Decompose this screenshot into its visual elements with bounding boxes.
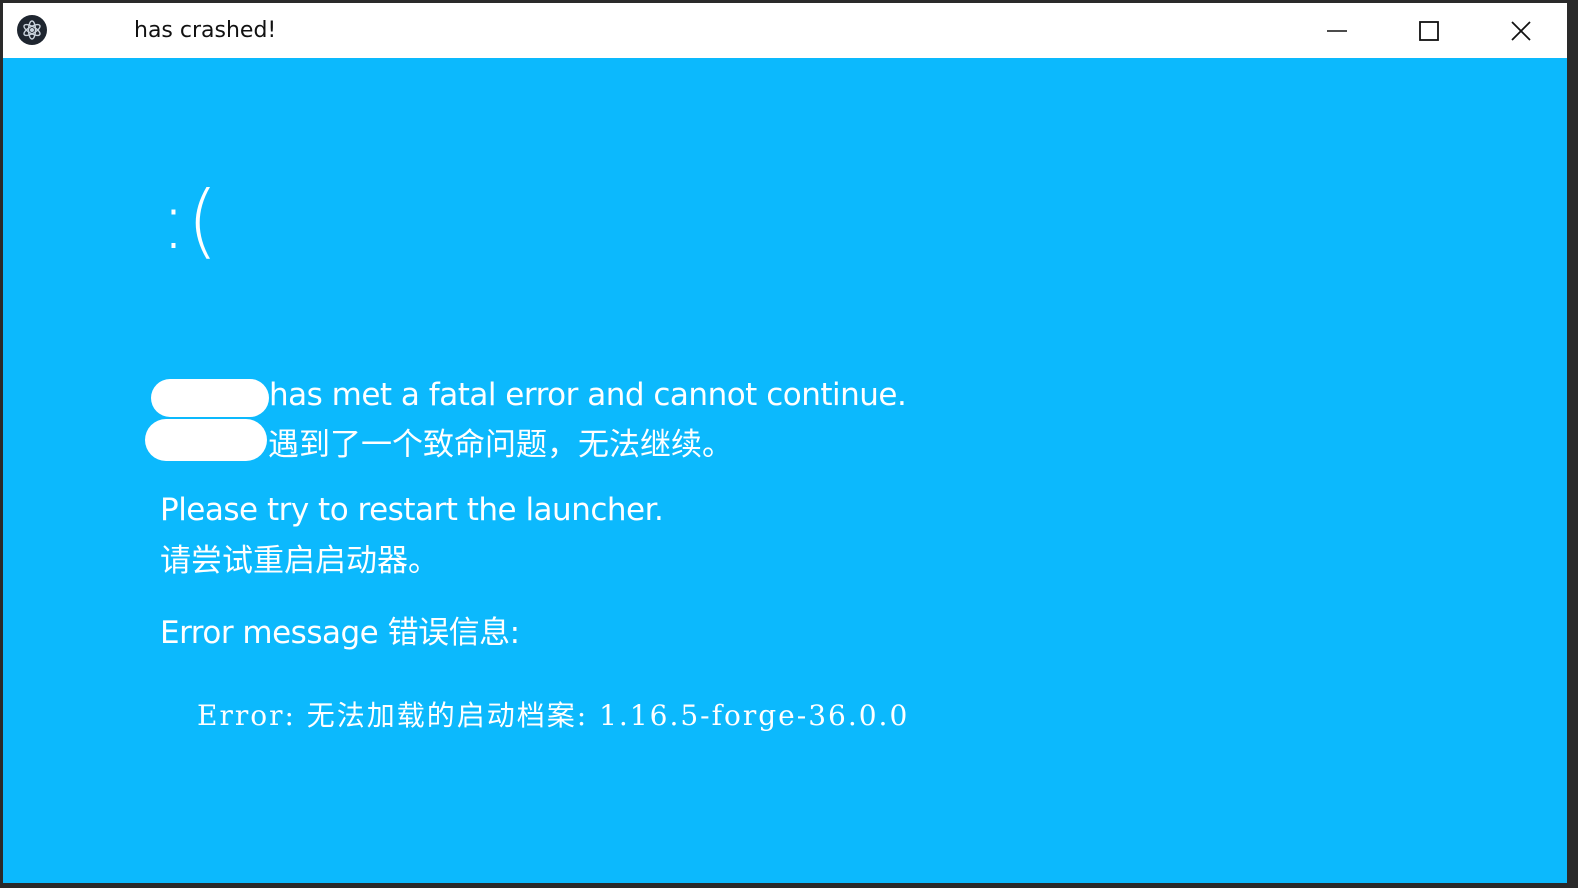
redacted-app-name	[145, 419, 267, 461]
fatal-error-message-zh: 遇到了一个致命问题，无法继续。	[268, 427, 733, 463]
close-button[interactable]	[1475, 3, 1567, 58]
restart-hint-zh: 请尝试重启启动器。	[160, 543, 439, 579]
maximize-button[interactable]	[1383, 3, 1475, 58]
redacted-app-name	[151, 379, 269, 417]
error-message-heading: Error message 错误信息:	[160, 615, 520, 651]
crash-window: has crashed! :( has met a fatal error an…	[3, 3, 1567, 883]
window-title: has crashed!	[134, 18, 277, 43]
maximize-icon	[1419, 20, 1439, 41]
restart-hint-en: Please try to restart the launcher.	[160, 492, 664, 528]
error-detail[interactable]: Error: 无法加载的启动档案: 1.16.5-forge-36.0.0	[197, 694, 909, 734]
minimize-button[interactable]	[1291, 3, 1383, 58]
title-bar[interactable]: has crashed!	[3, 3, 1567, 58]
app-logo-icon	[17, 15, 47, 45]
close-icon	[1511, 20, 1531, 41]
fatal-error-message-en: has met a fatal error and cannot continu…	[269, 377, 907, 413]
sad-face: :(	[160, 174, 219, 267]
minimize-icon	[1327, 29, 1347, 32]
